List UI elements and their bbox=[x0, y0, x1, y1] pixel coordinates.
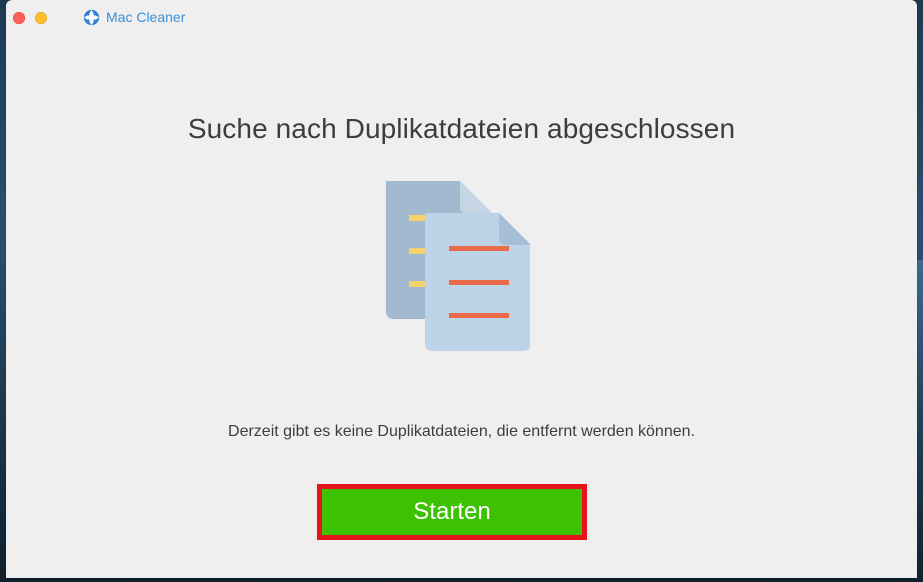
desktop-wallpaper bbox=[917, 260, 923, 582]
status-message: Derzeit gibt es keine Duplikatdateien, d… bbox=[228, 423, 695, 440]
start-button-label: Starten bbox=[322, 489, 582, 535]
close-window-button[interactable] bbox=[13, 12, 25, 24]
page-title: Suche nach Duplikatdateien abgeschlossen bbox=[187, 113, 736, 144]
duplicate-documents-icon bbox=[386, 181, 530, 351]
app-window: Mac Cleaner Suche nach Duplikatdateien a… bbox=[6, 0, 917, 578]
minimize-window-button[interactable] bbox=[35, 12, 47, 24]
start-button[interactable]: Starten bbox=[317, 484, 587, 540]
mac-cleaner-logo-icon bbox=[83, 9, 100, 25]
title-bar[interactable]: Mac Cleaner bbox=[6, 0, 917, 34]
app-brand: Mac Cleaner bbox=[83, 8, 185, 26]
app-title: Mac Cleaner bbox=[106, 9, 186, 25]
